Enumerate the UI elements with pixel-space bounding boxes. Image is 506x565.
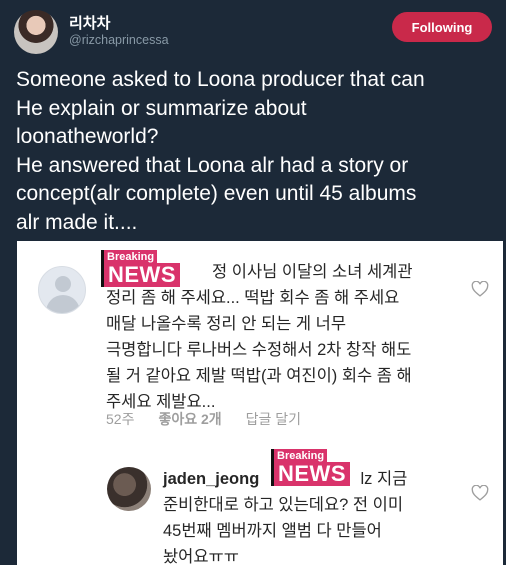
comment-line: 극명합니다 루나버스 수정해서 2차 창작 해도 bbox=[106, 341, 412, 359]
reply-line: 놨어요ㅠㅠ bbox=[163, 548, 239, 565]
avatar-head-shape bbox=[55, 276, 71, 292]
heart-icon[interactable] bbox=[471, 281, 489, 297]
reply-line: 준비한대로 하고 있는데요? 전 이미 bbox=[163, 496, 404, 514]
comment-line: 정리 좀 해 주세요... 떡밥 회수 좀 해 주세요 bbox=[106, 289, 400, 307]
reply-button[interactable]: 답글 달기 bbox=[246, 409, 301, 429]
tweet-line: He explain or summarize about bbox=[16, 96, 307, 120]
author-avatar[interactable] bbox=[14, 10, 58, 54]
attached-screenshot[interactable]: 정 이사님 이달의 소녀 세계관 정리 좀 해 주세요... 떡밥 회수 좀 해… bbox=[17, 241, 503, 565]
comment-line: 될 거 같아요 제발 떡밥(과 여진이) 회수 좀 해 bbox=[106, 367, 412, 385]
tweet-header: 리차차 @rizchaprincessa Following bbox=[14, 8, 494, 54]
tweet-line: Someone asked to Loona producer that can bbox=[16, 68, 425, 91]
reply-username[interactable]: jaden_jeong bbox=[163, 470, 259, 488]
breaking-news-overlay: Breaking NEWS bbox=[101, 247, 180, 287]
comment-meta: 52주 좋아요 2개 답글 달기 bbox=[106, 409, 301, 429]
reply-line: 45번째 멤버까지 앨범 다 만들어 bbox=[163, 522, 382, 540]
breaking-news-overlay: Breaking NEWS bbox=[271, 446, 350, 486]
reply-avatar[interactable] bbox=[107, 467, 151, 511]
author-display-name[interactable]: 리차차 bbox=[69, 12, 110, 33]
following-button[interactable]: Following bbox=[392, 12, 492, 42]
tweet-card: 리차차 @rizchaprincessa Following Someone a… bbox=[0, 0, 506, 565]
comment-time: 52주 bbox=[106, 411, 135, 427]
tweet-line: loonatheworld? bbox=[16, 125, 159, 148]
tweet-line: He answered that Loona alr had a story o… bbox=[16, 153, 409, 177]
news-label: NEWS bbox=[101, 263, 180, 287]
tweet-line: concept(alr complete) even until 45 albu… bbox=[16, 182, 417, 205]
reply-first-line-rest: lz 지금 bbox=[360, 470, 408, 488]
tweet-text: Someone asked to Loona producer that can… bbox=[16, 66, 498, 237]
heart-icon[interactable] bbox=[471, 485, 489, 501]
author-handle[interactable]: @rizchaprincessa bbox=[69, 33, 169, 47]
comment-line: 매달 나올수록 정리 안 되는 게 너무 bbox=[106, 315, 347, 333]
avatar-body-shape bbox=[46, 295, 80, 313]
tweet-line: alr made it.... bbox=[16, 210, 138, 234]
commenter-avatar-placeholder bbox=[38, 266, 86, 314]
news-label: NEWS bbox=[271, 462, 350, 486]
comment-likes[interactable]: 좋아요 2개 bbox=[158, 409, 221, 429]
